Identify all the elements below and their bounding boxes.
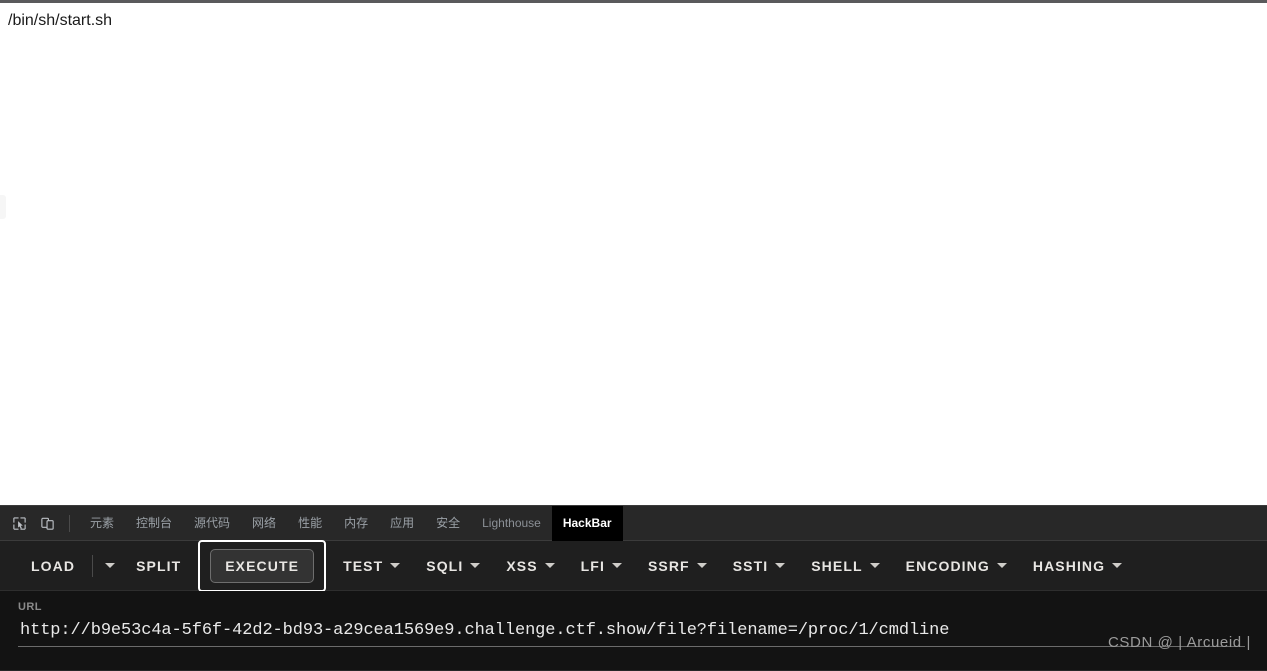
devtools-tab-sources[interactable]: 源代码	[183, 506, 241, 541]
split-button[interactable]: SPLIT	[123, 551, 194, 581]
devtools-tab-network[interactable]: 网络	[241, 506, 287, 541]
execute-button[interactable]: EXECUTE	[210, 548, 315, 583]
chevron-down-icon	[544, 563, 555, 568]
devtools-tab-memory[interactable]: 内存	[333, 506, 379, 541]
ssrf-menu-label: SSRF	[647, 557, 690, 574]
load-divider	[92, 554, 94, 577]
device-toolbar-icon[interactable]	[34, 510, 60, 536]
page-body-text: /bin/sh/start.sh	[8, 12, 113, 29]
hashing-menu-label: HASHING	[1032, 557, 1106, 574]
devtools-tab-console[interactable]: 控制台	[125, 506, 183, 541]
lfi-menu-button[interactable]: LFI	[568, 551, 635, 581]
devtools-tabbar: 元素 控制台 源代码 网络 性能 内存 应用 安全 Lighthouse Hac…	[0, 505, 1267, 541]
shell-menu-label: SHELL	[811, 557, 863, 574]
chevron-down-icon	[1112, 563, 1123, 568]
load-button[interactable]: LOAD	[18, 551, 88, 581]
ssti-menu-button[interactable]: SSTI	[720, 551, 799, 581]
browser-window: /bin/sh/start.sh 元素 控制台 源代码 网络 性能 内存 应用 …	[0, 0, 1267, 671]
sqli-menu-button[interactable]: SQLI	[413, 551, 493, 581]
devtools-tab-lighthouse[interactable]: Lighthouse	[471, 506, 552, 541]
chevron-down-icon	[996, 563, 1007, 568]
chevron-down-icon	[470, 563, 481, 568]
page-viewport: /bin/sh/start.sh	[0, 3, 1267, 505]
inspect-element-icon[interactable]	[6, 510, 32, 536]
ssrf-menu-button[interactable]: SSRF	[635, 551, 720, 581]
devtools-tab-performance[interactable]: 性能	[287, 506, 333, 541]
encoding-menu-label: ENCODING	[905, 557, 990, 574]
toolbar-separator	[69, 514, 70, 532]
chevron-down-icon	[390, 563, 401, 568]
test-menu-label: TEST	[343, 557, 384, 574]
devtools-tab-application[interactable]: 应用	[379, 506, 425, 541]
chevron-down-icon	[775, 563, 786, 568]
url-field-label: URL	[18, 601, 42, 613]
devtools-panel: 元素 控制台 源代码 网络 性能 内存 应用 安全 Lighthouse Hac…	[0, 505, 1267, 671]
xss-menu-button[interactable]: XSS	[493, 551, 567, 581]
test-menu-button[interactable]: TEST	[330, 551, 413, 581]
devtools-tab-elements[interactable]: 元素	[79, 506, 125, 541]
chevron-down-icon	[869, 563, 880, 568]
shell-menu-button[interactable]: SHELL	[798, 551, 892, 581]
load-chevron-down-icon[interactable]	[97, 551, 123, 581]
lfi-menu-label: LFI	[580, 557, 605, 574]
url-input[interactable]	[18, 621, 1245, 647]
xss-menu-label: XSS	[506, 557, 538, 574]
hackbar-toolbar: LOAD SPLIT EXECUTE TEST SQLI XSS LFI SSR…	[0, 539, 1267, 592]
hashing-menu-button[interactable]: HASHING	[1020, 551, 1135, 581]
devtools-tab-hackbar[interactable]: HackBar	[551, 505, 623, 541]
hackbar-url-section: URL CSDN @ | Arcueid |	[0, 591, 1267, 670]
sqli-menu-label: SQLI	[426, 557, 464, 574]
chevron-down-icon	[611, 563, 622, 568]
encoding-menu-button[interactable]: ENCODING	[893, 551, 1020, 581]
execute-focus-ring: EXECUTE	[198, 539, 327, 592]
scroll-sliver	[0, 195, 6, 219]
devtools-tab-security[interactable]: 安全	[425, 506, 471, 541]
chevron-down-icon	[696, 563, 707, 568]
ssti-menu-label: SSTI	[732, 557, 769, 574]
